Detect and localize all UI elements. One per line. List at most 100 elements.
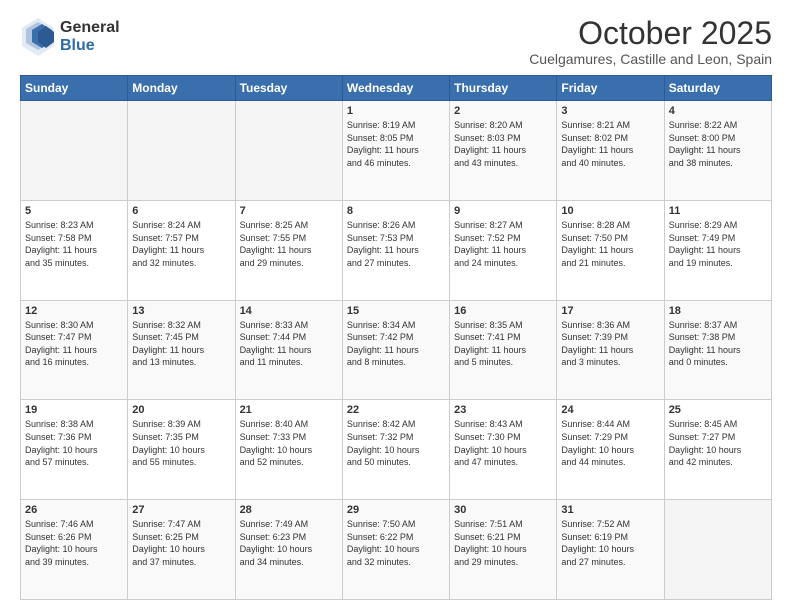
calendar-cell: 29Sunrise: 7:50 AM Sunset: 6:22 PM Dayli… [342,500,449,600]
day-number: 4 [669,105,767,117]
day-info: Sunrise: 8:26 AM Sunset: 7:53 PM Dayligh… [347,219,445,269]
header-tuesday: Tuesday [235,76,342,101]
day-info: Sunrise: 7:52 AM Sunset: 6:19 PM Dayligh… [561,518,659,568]
header-monday: Monday [128,76,235,101]
day-number: 28 [240,504,338,516]
calendar-cell [128,101,235,201]
day-info: Sunrise: 8:37 AM Sunset: 7:38 PM Dayligh… [669,319,767,369]
day-number: 24 [561,404,659,416]
day-number: 23 [454,404,552,416]
day-number: 21 [240,404,338,416]
header-thursday: Thursday [450,76,557,101]
logo-icon [20,16,56,58]
day-number: 14 [240,305,338,317]
calendar-cell: 24Sunrise: 8:44 AM Sunset: 7:29 PM Dayli… [557,400,664,500]
calendar-cell: 12 Sunrise: 8:30 AM Sunset: 7:47 PM Dayli… [21,300,128,400]
day-info: Sunrise: 8:38 AM Sunset: 7:36 PM Dayligh… [25,418,123,468]
day-info: Sunrise: 7:47 AM Sunset: 6:25 PM Dayligh… [132,518,230,568]
calendar-cell: 17 Sunrise: 8:36 AM Sunset: 7:39 PM Dayli… [557,300,664,400]
day-info: Sunrise: 8:42 AM Sunset: 7:32 PM Dayligh… [347,418,445,468]
day-number: 20 [132,404,230,416]
calendar-cell: 14 Sunrise: 8:33 AM Sunset: 7:44 PM Dayli… [235,300,342,400]
day-number: 2 [454,105,552,117]
logo-general: General [60,19,120,36]
day-info: Sunrise: 8:36 AM Sunset: 7:39 PM Dayligh… [561,319,659,369]
calendar-cell: 3 Sunrise: 8:21 AM Sunset: 8:02 PM Daylig… [557,101,664,201]
calendar-cell [21,101,128,201]
calendar-cell: 23Sunrise: 8:43 AM Sunset: 7:30 PM Dayli… [450,400,557,500]
day-info: Sunrise: 7:49 AM Sunset: 6:23 PM Dayligh… [240,518,338,568]
day-number: 10 [561,205,659,217]
day-info: Sunrise: 8:23 AM Sunset: 7:58 PM Dayligh… [25,219,123,269]
day-info: Sunrise: 8:39 AM Sunset: 7:35 PM Dayligh… [132,418,230,468]
day-number: 15 [347,305,445,317]
header-saturday: Saturday [664,76,771,101]
header-sunday: Sunday [21,76,128,101]
calendar-cell [235,101,342,201]
day-info: Sunrise: 8:35 AM Sunset: 7:41 PM Dayligh… [454,319,552,369]
calendar-cell: 10Sunrise: 8:28 AM Sunset: 7:50 PM Dayli… [557,200,664,300]
calendar-cell: 6 Sunrise: 8:24 AM Sunset: 7:57 PM Daylig… [128,200,235,300]
week-row-2: 5 Sunrise: 8:23 AM Sunset: 7:58 PM Daylig… [21,200,772,300]
logo: General Blue [20,16,120,58]
day-info: Sunrise: 8:24 AM Sunset: 7:57 PM Dayligh… [132,219,230,269]
day-info: Sunrise: 7:46 AM Sunset: 6:26 PM Dayligh… [25,518,123,568]
day-number: 27 [132,504,230,516]
calendar-cell: 7 Sunrise: 8:25 AM Sunset: 7:55 PM Daylig… [235,200,342,300]
day-number: 12 [25,305,123,317]
day-number: 25 [669,404,767,416]
day-number: 26 [25,504,123,516]
day-number: 3 [561,105,659,117]
calendar-title: October 2025 [529,16,772,51]
calendar-cell: 25Sunrise: 8:45 AM Sunset: 7:27 PM Dayli… [664,400,771,500]
day-number: 22 [347,404,445,416]
day-number: 11 [669,205,767,217]
calendar-cell: 4 Sunrise: 8:22 AM Sunset: 8:00 PM Daylig… [664,101,771,201]
day-number: 5 [25,205,123,217]
header-wednesday: Wednesday [342,76,449,101]
calendar-cell: 9Sunrise: 8:27 AM Sunset: 7:52 PM Daylig… [450,200,557,300]
day-info: Sunrise: 8:29 AM Sunset: 7:49 PM Dayligh… [669,219,767,269]
day-number: 7 [240,205,338,217]
day-number: 18 [669,305,767,317]
day-number: 13 [132,305,230,317]
day-number: 8 [347,205,445,217]
calendar-cell: 18 Sunrise: 8:37 AM Sunset: 7:38 PM Dayli… [664,300,771,400]
day-info: Sunrise: 8:40 AM Sunset: 7:33 PM Dayligh… [240,418,338,468]
day-info: Sunrise: 8:25 AM Sunset: 7:55 PM Dayligh… [240,219,338,269]
day-info: Sunrise: 8:32 AM Sunset: 7:45 PM Dayligh… [132,319,230,369]
day-number: 17 [561,305,659,317]
day-info: Sunrise: 7:51 AM Sunset: 6:21 PM Dayligh… [454,518,552,568]
calendar-cell: 26 Sunrise: 7:46 AM Sunset: 6:26 PM Dayli… [21,500,128,600]
calendar-cell: 8 Sunrise: 8:26 AM Sunset: 7:53 PM Daylig… [342,200,449,300]
week-row-4: 19Sunrise: 8:38 AM Sunset: 7:36 PM Dayli… [21,400,772,500]
logo-text: General Blue [60,19,120,54]
day-info: Sunrise: 8:22 AM Sunset: 8:00 PM Dayligh… [669,119,767,169]
day-number: 30 [454,504,552,516]
calendar-cell [664,500,771,600]
week-row-5: 26 Sunrise: 7:46 AM Sunset: 6:26 PM Dayli… [21,500,772,600]
calendar-cell: 15Sunrise: 8:34 AM Sunset: 7:42 PM Dayli… [342,300,449,400]
day-info: Sunrise: 8:30 AM Sunset: 7:47 PM Dayligh… [25,319,123,369]
calendar-subtitle: Cuelgamures, Castille and Leon, Spain [529,51,772,67]
calendar-cell: 1 Sunrise: 8:19 AM Sunset: 8:05 PM Daylig… [342,101,449,201]
day-info: Sunrise: 8:19 AM Sunset: 8:05 PM Dayligh… [347,119,445,169]
header: General Blue October 2025 Cuelgamures, C… [20,16,772,67]
calendar-cell: 28 Sunrise: 7:49 AM Sunset: 6:23 PM Dayli… [235,500,342,600]
week-row-3: 12 Sunrise: 8:30 AM Sunset: 7:47 PM Dayli… [21,300,772,400]
calendar-cell: 5 Sunrise: 8:23 AM Sunset: 7:58 PM Daylig… [21,200,128,300]
title-block: October 2025 Cuelgamures, Castille and L… [529,16,772,67]
day-number: 1 [347,105,445,117]
calendar-cell: 16 Sunrise: 8:35 AM Sunset: 7:41 PM Dayli… [450,300,557,400]
week-row-1: 1 Sunrise: 8:19 AM Sunset: 8:05 PM Daylig… [21,101,772,201]
day-info: Sunrise: 8:21 AM Sunset: 8:02 PM Dayligh… [561,119,659,169]
calendar-cell: 27 Sunrise: 7:47 AM Sunset: 6:25 PM Dayli… [128,500,235,600]
day-info: Sunrise: 8:33 AM Sunset: 7:44 PM Dayligh… [240,319,338,369]
calendar-cell: 30 Sunrise: 7:51 AM Sunset: 6:21 PM Dayli… [450,500,557,600]
calendar-cell: 20 Sunrise: 8:39 AM Sunset: 7:35 PM Dayli… [128,400,235,500]
calendar-cell: 2Sunrise: 8:20 AM Sunset: 8:03 PM Daylig… [450,101,557,201]
day-number: 6 [132,205,230,217]
calendar-table: Sunday Monday Tuesday Wednesday Thursday… [20,75,772,600]
logo-blue: Blue [60,37,95,54]
day-number: 16 [454,305,552,317]
